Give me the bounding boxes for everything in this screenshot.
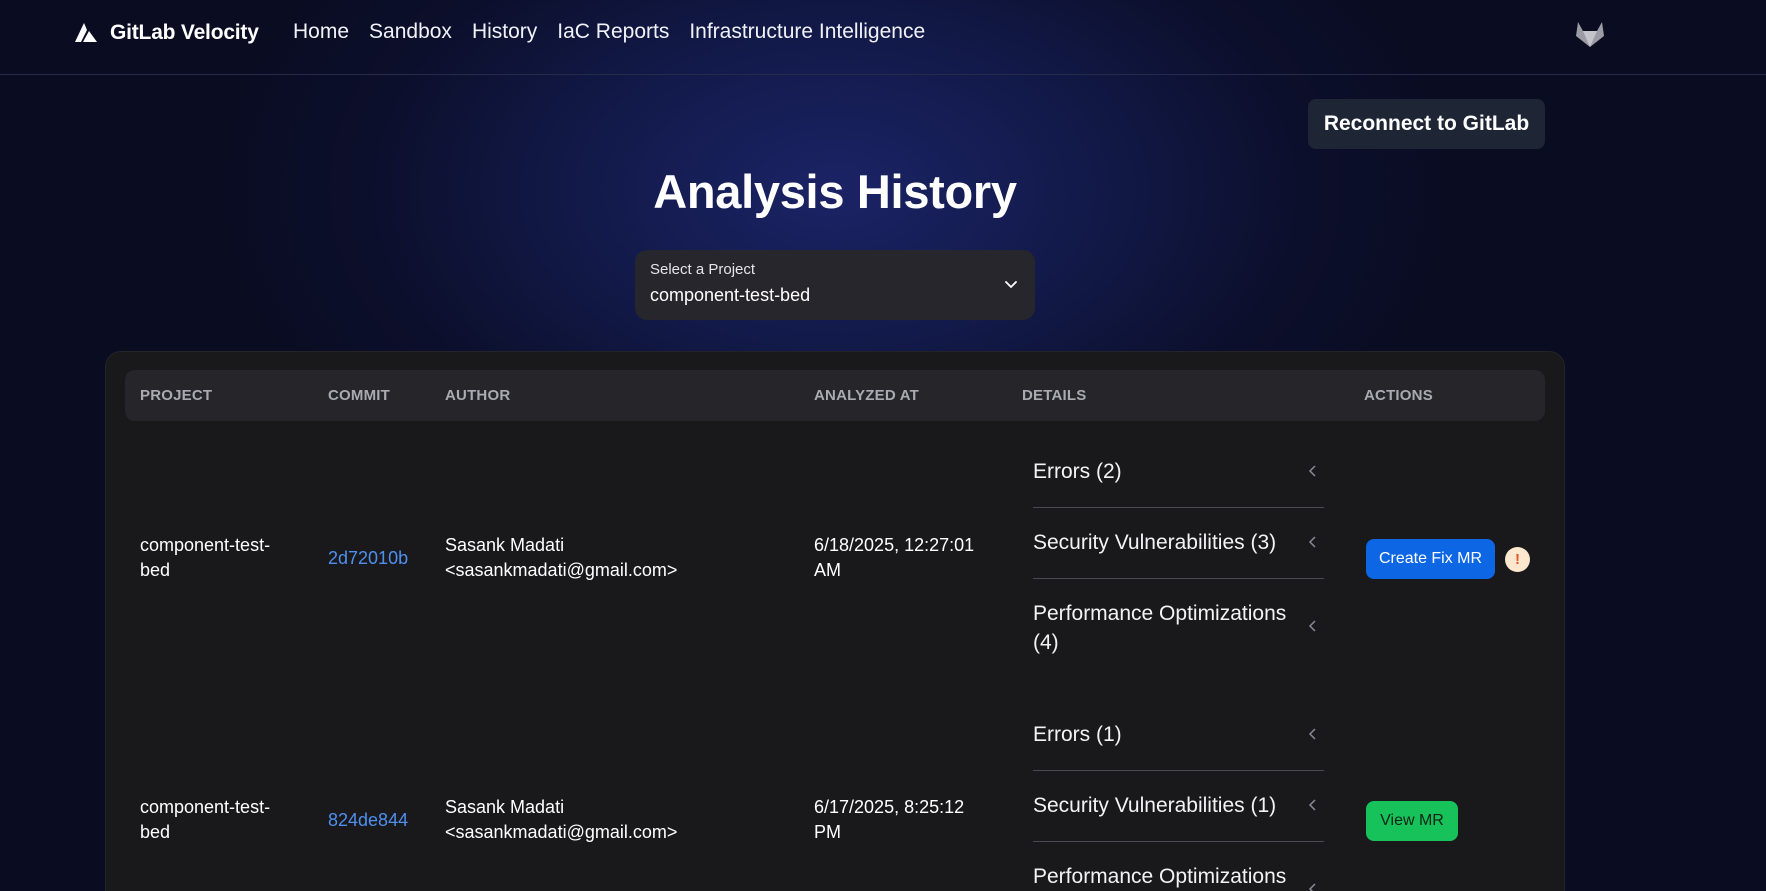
accordion-label: Errors (1)	[1033, 723, 1122, 746]
commit-link[interactable]: 2d72010b	[328, 546, 408, 571]
nav-link-sandbox[interactable]: Sandbox	[369, 20, 452, 44]
details-security-accordion[interactable]: Security Vulnerabilities (1)	[1033, 771, 1324, 842]
accordion-label: Security Vulnerabilities (1)	[1033, 794, 1277, 817]
details-performance-accordion[interactable]: Performance Optimizations	[1033, 842, 1324, 891]
column-header-author: AUTHOR	[445, 387, 511, 404]
gitlab-velocity-logo-icon	[75, 23, 97, 42]
analyzed-at-cell: 6/17/2025, 8:25:12 PM	[814, 795, 964, 845]
nav-link-history[interactable]: History	[472, 20, 537, 44]
project-select-label: Select a Project	[650, 261, 756, 278]
warning-icon[interactable]: !	[1505, 547, 1530, 572]
chevron-down-icon	[1005, 281, 1017, 288]
nav-link-home[interactable]: Home	[293, 20, 349, 44]
author-email: <sasankmadati@gmail.com>	[445, 822, 678, 842]
reconnect-to-gitlab-button[interactable]: Reconnect to GitLab	[1308, 99, 1545, 149]
view-mr-button[interactable]: View MR	[1366, 801, 1458, 841]
chevron-left-icon	[1308, 465, 1316, 477]
accordion-label: Security Vulnerabilities (3)	[1033, 531, 1277, 554]
brand-name: GitLab Velocity	[110, 21, 259, 44]
analyzed-at-line: 6/18/2025, 12:27:01	[814, 535, 975, 555]
gitlab-fox-icon[interactable]	[1575, 20, 1605, 48]
analysis-history-table: PROJECT COMMIT AUTHOR ANALYZED AT DETAIL…	[105, 351, 1565, 891]
column-header-details: DETAILS	[1022, 387, 1087, 404]
nav-link-iac-reports[interactable]: IaC Reports	[557, 20, 669, 44]
brand[interactable]: GitLab Velocity	[74, 20, 259, 46]
chevron-left-icon	[1308, 799, 1316, 811]
create-fix-mr-button[interactable]: Create Fix MR	[1366, 539, 1495, 579]
analyzed-at-line: 6/17/2025, 8:25:12	[814, 797, 965, 817]
author-name: Sasank Madati	[445, 797, 565, 817]
details-security-accordion[interactable]: Security Vulnerabilities (3)	[1033, 508, 1324, 579]
top-navigation: GitLab Velocity Home Sandbox History IaC…	[0, 0, 1766, 75]
analyzed-at-cell: 6/18/2025, 12:27:01 AM	[814, 533, 974, 583]
chevron-left-icon	[1308, 536, 1316, 548]
table-header: PROJECT COMMIT AUTHOR ANALYZED AT DETAIL…	[125, 370, 1545, 421]
column-header-commit: COMMIT	[328, 387, 391, 404]
project-name-line: bed	[140, 560, 171, 580]
column-header-project: PROJECT	[140, 387, 213, 404]
page-title: Analysis History	[653, 165, 1017, 218]
column-header-actions: ACTIONS	[1364, 387, 1433, 404]
column-header-analyzed-at: ANALYZED AT	[814, 387, 919, 404]
project-select[interactable]: Select a Project component-test-bed	[635, 250, 1035, 320]
author-name: Sasank Madati	[445, 535, 565, 555]
accordion-label-line: (4)	[1033, 631, 1059, 654]
details-errors-accordion[interactable]: Errors (1)	[1033, 701, 1324, 771]
details-errors-accordion[interactable]: Errors (2)	[1033, 438, 1324, 508]
author-cell: Sasank Madati <sasankmadati@gmail.com>	[445, 533, 677, 583]
commit-link[interactable]: 824de844	[328, 808, 408, 833]
project-cell: component-test- bed	[140, 533, 270, 583]
chevron-left-icon	[1308, 728, 1316, 740]
nav-link-infrastructure-intelligence[interactable]: Infrastructure Intelligence	[689, 20, 925, 44]
accordion-label: Performance Optimizations	[1033, 865, 1287, 888]
project-name-line: component-test-	[140, 535, 271, 555]
project-name-line: component-test-	[140, 797, 271, 817]
details-performance-accordion[interactable]: Performance Optimizations (4)	[1033, 579, 1324, 679]
author-cell: Sasank Madati <sasankmadati@gmail.com>	[445, 795, 677, 845]
author-email: <sasankmadati@gmail.com>	[445, 560, 678, 580]
analyzed-at-line: PM	[814, 822, 841, 842]
project-select-value: component-test-bed	[650, 285, 811, 305]
chevron-left-icon	[1308, 620, 1316, 632]
accordion-label: Errors (2)	[1033, 460, 1122, 483]
accordion-label: Performance Optimizations (4)	[1033, 599, 1286, 657]
project-cell: component-test- bed	[140, 795, 270, 845]
chevron-left-icon	[1308, 883, 1316, 891]
analyzed-at-line: AM	[814, 560, 841, 580]
accordion-label-line: Performance Optimizations	[1033, 602, 1287, 625]
project-name-line: bed	[140, 822, 171, 842]
nav-links: Home Sandbox History IaC Reports Infrast…	[293, 20, 925, 44]
